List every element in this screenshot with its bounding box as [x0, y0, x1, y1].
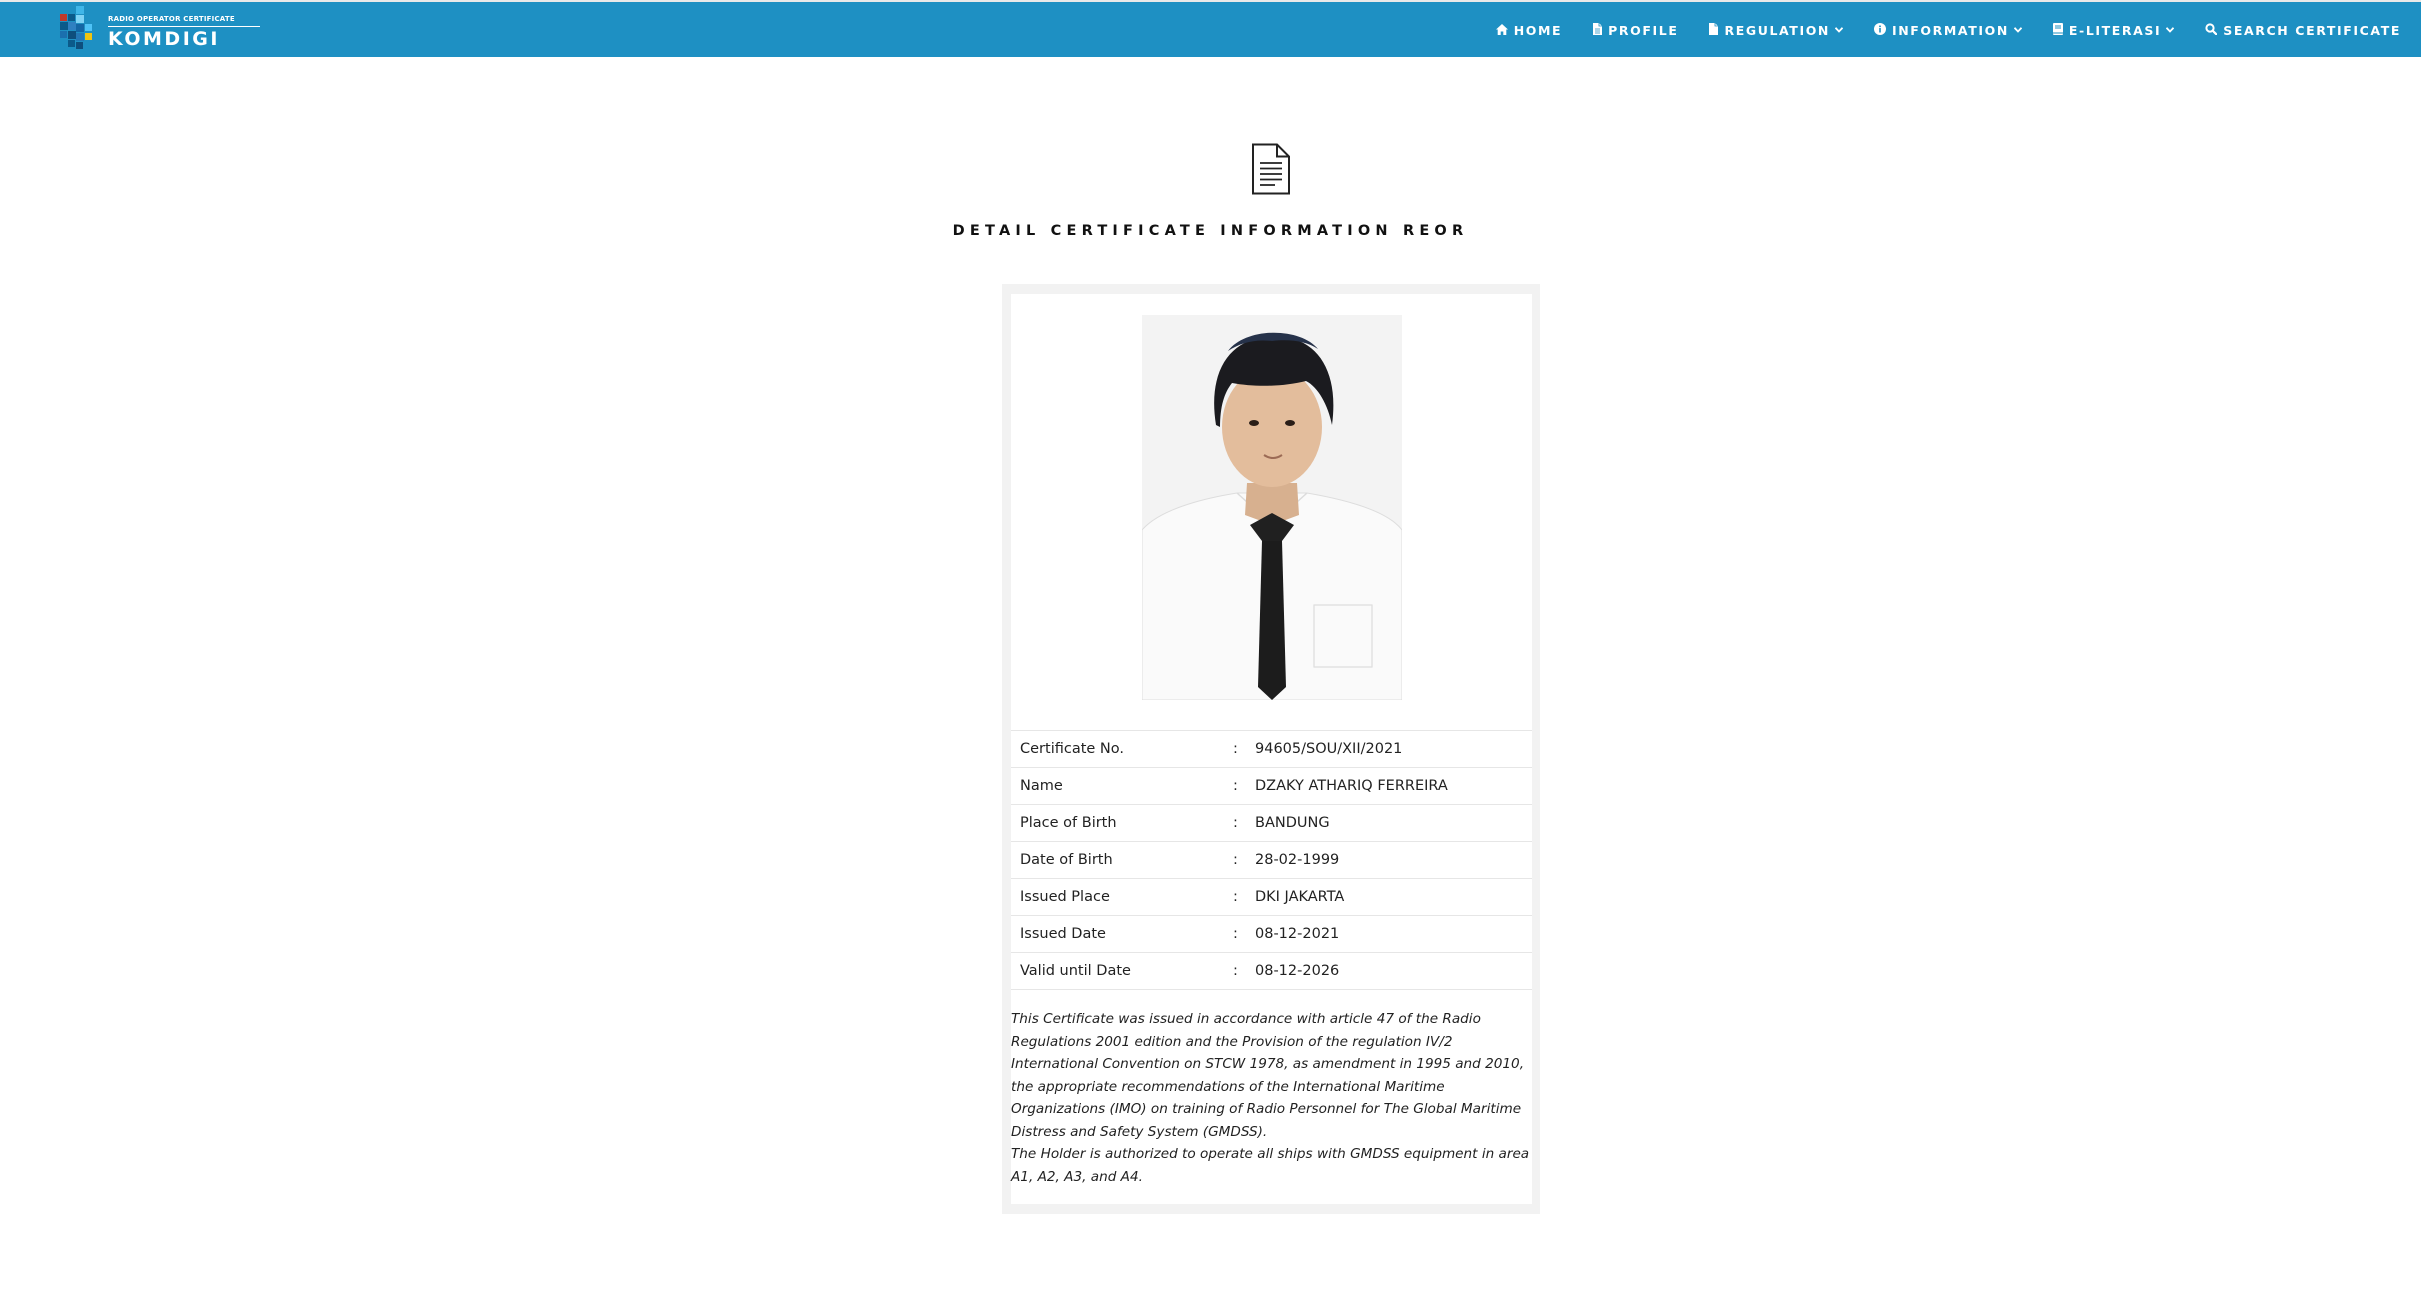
- table-row: Name : DZAKY ATHARIQ FERREIRA: [1011, 767, 1532, 805]
- nav-profile-label: PROFILE: [1608, 23, 1679, 38]
- valid-until-label: Valid until Date: [1011, 952, 1233, 990]
- document-icon: [1709, 23, 1719, 38]
- komdigi-logo[interactable]: RADIO OPERATOR CERTIFICATE KOMDIGI: [54, 6, 260, 56]
- separator: :: [1233, 804, 1246, 842]
- nav-information[interactable]: INFORMATION: [1873, 23, 2023, 38]
- nav-profile[interactable]: PROFILE: [1593, 23, 1678, 38]
- logo-wordmark: KOMDIGI: [108, 28, 220, 50]
- valid-until-value: 08-12-2026: [1246, 952, 1532, 990]
- home-icon: [1495, 23, 1508, 38]
- holder-photo: [1142, 315, 1402, 700]
- table-row: Place of Birth : BANDUNG: [1011, 804, 1532, 842]
- logo-divider: [108, 26, 260, 27]
- date-of-birth-value: 28-02-1999: [1246, 841, 1532, 879]
- nav-e-literasi[interactable]: E-LITERASI: [2052, 23, 2175, 38]
- nav-home-label: HOME: [1513, 23, 1563, 38]
- main-nav: HOME PROFILE REGULATION INFORMATION E-LI…: [1465, 2, 2401, 59]
- nav-e-literasi-label: E-LITERASI: [2068, 23, 2162, 38]
- nav-regulation-label: REGULATION: [1724, 23, 1830, 38]
- separator: :: [1233, 730, 1246, 768]
- separator: :: [1233, 952, 1246, 990]
- table-row: Certificate No. : 94605/SOU/XII/2021: [1011, 730, 1532, 768]
- place-of-birth-value: BANDUNG: [1246, 804, 1532, 842]
- issued-place-value: DKI JAKARTA: [1246, 878, 1532, 916]
- search-icon: [2205, 23, 2218, 38]
- name-label: Name: [1011, 767, 1233, 805]
- document-icon: [1593, 23, 1603, 38]
- document-icon: [1251, 143, 1291, 195]
- logo-subtitle: RADIO OPERATOR CERTIFICATE: [108, 15, 235, 23]
- page-title: DETAIL CERTIFICATE INFORMATION REOR: [952, 223, 1469, 239]
- logo-mark-icon: [54, 6, 106, 56]
- chevron-down-icon: [2166, 26, 2175, 36]
- nav-search-certificate[interactable]: SEARCH CERTIFICATE: [2205, 23, 2401, 38]
- place-of-birth-label: Place of Birth: [1011, 804, 1233, 842]
- table-row: Issued Place : DKI JAKARTA: [1011, 878, 1532, 916]
- separator: :: [1233, 915, 1246, 953]
- certificate-note-authorization: The Holder is authorized to operate all …: [1011, 1146, 1530, 1185]
- issued-date-label: Issued Date: [1011, 915, 1233, 953]
- nav-information-label: INFORMATION: [1891, 23, 2009, 38]
- info-circle-icon: [1873, 23, 1886, 38]
- nav-home[interactable]: HOME: [1495, 23, 1563, 38]
- top-navbar: RADIO OPERATOR CERTIFICATE KOMDIGI HOME …: [0, 0, 2421, 57]
- certificate-note-regulations: This Certificate was issued in accordanc…: [1011, 1011, 1525, 1140]
- name-value: DZAKY ATHARIQ FERREIRA: [1246, 767, 1532, 805]
- table-row: Valid until Date : 08-12-2026: [1011, 952, 1532, 990]
- certificate-no-value: 94605/SOU/XII/2021: [1246, 730, 1532, 768]
- nav-search-certificate-label: SEARCH CERTIFICATE: [2223, 23, 2401, 38]
- chevron-down-icon: [2013, 26, 2023, 36]
- certificate-no-label: Certificate No.: [1011, 730, 1233, 768]
- certificate-note: This Certificate was issued in accordanc…: [1011, 1008, 1536, 1188]
- certificate-details-table: Certificate No. : 94605/SOU/XII/2021 Nam…: [1011, 730, 1532, 990]
- separator: :: [1233, 878, 1246, 916]
- table-row: Date of Birth : 28-02-1999: [1011, 841, 1532, 879]
- nav-regulation[interactable]: REGULATION: [1709, 23, 1844, 38]
- book-icon: [2052, 23, 2063, 38]
- date-of-birth-label: Date of Birth: [1011, 841, 1233, 879]
- table-row: Issued Date : 08-12-2021: [1011, 915, 1532, 953]
- separator: :: [1233, 841, 1246, 879]
- chevron-down-icon: [1834, 26, 1844, 36]
- separator: :: [1233, 767, 1246, 805]
- issued-date-value: 08-12-2021: [1246, 915, 1532, 953]
- issued-place-label: Issued Place: [1011, 878, 1233, 916]
